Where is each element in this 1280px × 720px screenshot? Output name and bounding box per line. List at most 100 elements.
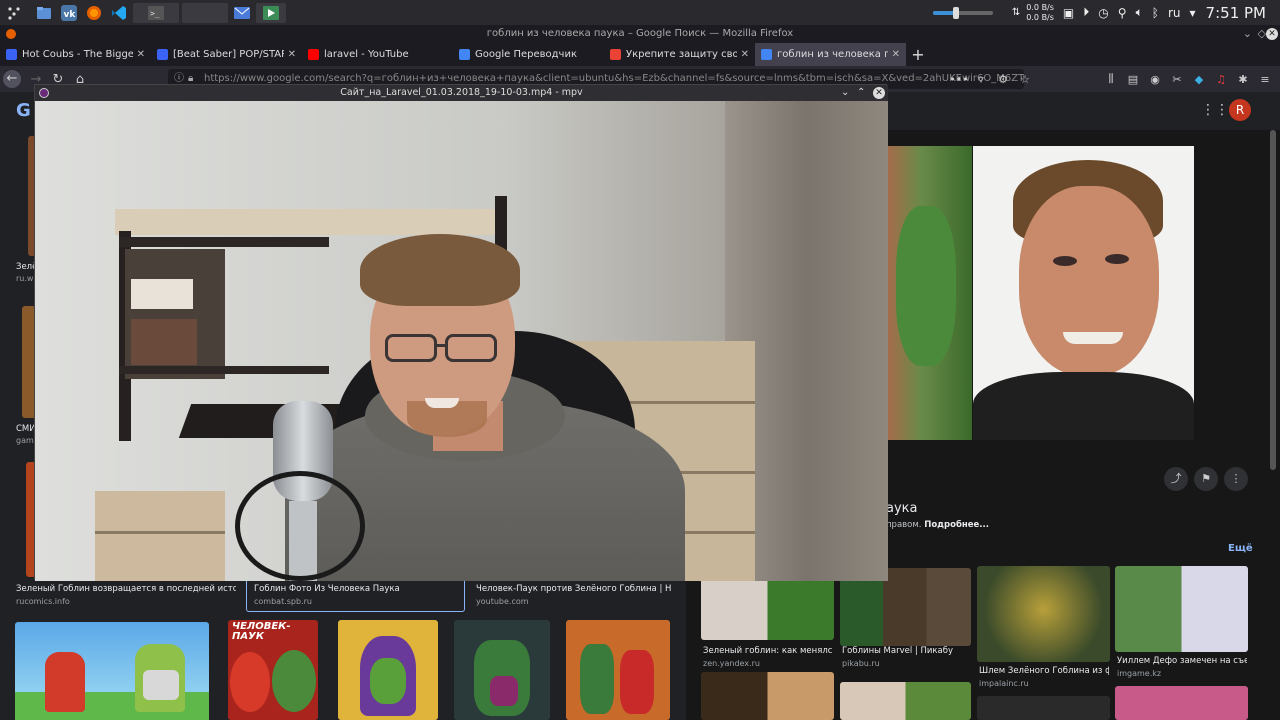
tab-gmail[interactable]: Укрепите защиту своего ✕ — [604, 43, 755, 66]
network-arrows-icon: ⇅ — [1011, 7, 1021, 18]
account-avatar[interactable]: R — [1229, 99, 1251, 121]
firefox-task[interactable] — [182, 2, 228, 23]
image-caption[interactable]: СМИ — [16, 424, 36, 434]
translate-favicon-icon — [459, 49, 470, 60]
tab-strip: Hot Coubs - The Biggest \ ✕ [Beat Saber]… — [0, 43, 1280, 66]
file-manager-icon[interactable] — [33, 3, 55, 23]
related-image-thumbnail[interactable] — [1115, 686, 1248, 720]
video-frame[interactable] — [35, 101, 888, 581]
coub-favicon-icon — [6, 49, 17, 60]
vscode-icon[interactable] — [108, 3, 130, 23]
terminal-task[interactable]: >_ — [133, 2, 179, 23]
vk-icon[interactable]: vk — [58, 3, 80, 23]
image-thumbnail[interactable] — [566, 620, 670, 720]
close-tab-icon[interactable]: ✕ — [288, 49, 296, 60]
image-thumbnail[interactable] — [338, 620, 438, 720]
tab-youtube[interactable]: laravel - YouTube ✕ — [302, 43, 453, 66]
wifi-icon[interactable]: ▾ — [1190, 6, 1196, 20]
minimize-icon[interactable]: ⌄ — [841, 85, 849, 101]
volume-slider[interactable] — [932, 6, 993, 19]
url-actions: ••• ▿ ⚙ ☆ — [948, 66, 1036, 92]
screenshot-icon[interactable]: ✂ — [1166, 73, 1188, 86]
pocket-icon[interactable]: ▿ — [970, 73, 992, 86]
related-image-caption[interactable]: Зеленый гоблин: как менялся ... — [703, 646, 833, 656]
image-caption[interactable]: Человек-Паук против Зелёного Гоблина | Н… — [476, 584, 671, 594]
extension-icon[interactable]: ⚙ — [992, 73, 1014, 86]
share-icon[interactable]: ⤴ — [1164, 467, 1188, 491]
related-image-caption[interactable]: Гоблины Marvel | Пикабу — [842, 646, 970, 656]
keyboard-layout[interactable]: ru — [1168, 6, 1181, 20]
image-source: ru.wi — [16, 274, 36, 283]
close-icon[interactable]: ✕ — [873, 87, 885, 99]
image-caption[interactable]: Зелё — [16, 262, 36, 272]
firefox-window-icon — [6, 29, 16, 39]
clock[interactable]: 7:51 PM — [1206, 4, 1266, 22]
close-tab-icon[interactable]: ✕ — [741, 49, 749, 60]
save-bookmark-icon[interactable]: ⚑ — [1194, 467, 1218, 491]
tab-google-search[interactable]: гоблин из человека паук ✕ — [755, 43, 906, 66]
svg-text:>_: >_ — [150, 9, 160, 18]
location-icon[interactable]: ⚲ — [1118, 6, 1127, 20]
tab-hot-coubs[interactable]: Hot Coubs - The Biggest \ ✕ — [0, 43, 151, 66]
keep-above-icon[interactable]: ◇ — [1258, 25, 1266, 43]
related-image-source: imgame.kz — [1117, 669, 1162, 678]
bluetooth-icon[interactable]: ᛒ — [1152, 6, 1159, 20]
clock-tray-icon[interactable]: ◷ — [1098, 6, 1108, 20]
preview-image-left[interactable] — [886, 146, 972, 440]
mpv-task[interactable] — [256, 2, 286, 23]
mail-icon[interactable] — [231, 3, 253, 23]
close-tab-icon[interactable]: ✕ — [137, 49, 145, 60]
page-scrollbar[interactable] — [1270, 130, 1276, 470]
system-tray: ⇅ 0.0 B/s 0.0 B/s ▣ ⏵ ◷ ⚲ 🔈︎ ᛒ ru ▾ 7:51… — [932, 0, 1280, 25]
related-image-caption[interactable]: Шлем Зелёного Гоблина из фи... — [979, 666, 1109, 676]
preview-title[interactable]: аука — [886, 501, 917, 516]
image-source: combat.spb.ru — [254, 597, 312, 606]
media-play-icon[interactable]: ⏵ — [1083, 5, 1089, 20]
new-tab-button[interactable]: + — [906, 43, 930, 66]
image-thumbnail[interactable] — [15, 622, 209, 720]
top-panel: vk >_ ⇅ 0.0 B/s 0.0 B/s ▣ ⏵ ◷ ⚲ 🔈︎ ᛒ ru … — [0, 0, 1280, 25]
sidebar-icon[interactable]: ▤ — [1122, 73, 1144, 86]
network-speed: 0.0 B/s 0.0 B/s — [1026, 2, 1054, 22]
menu-hamburger-icon[interactable]: ≡ — [1254, 73, 1276, 86]
bookmark-star-icon[interactable]: ☆ — [1014, 73, 1036, 86]
tab-beat-saber[interactable]: [Beat Saber] POP/STARS - ✕ — [151, 43, 302, 66]
image-caption[interactable]: Зеленый Гоблин возвращается в последней … — [16, 584, 236, 594]
image-thumbnail[interactable] — [454, 620, 550, 720]
related-image-thumbnail[interactable] — [977, 696, 1110, 720]
comic-cover-title: ЧЕЛОВЕК-ПАУК — [232, 621, 291, 642]
speaker-icon[interactable]: 🔈︎ — [1136, 5, 1143, 20]
related-image-source: pikabu.ru — [842, 659, 880, 668]
shield-extension-icon[interactable]: ◆ — [1188, 73, 1210, 86]
maximize-icon[interactable]: ⌃ — [857, 85, 865, 101]
image-caption[interactable]: Гоблин Фото Из Человека Паука — [254, 584, 459, 594]
clipboard-icon[interactable]: ▣ — [1063, 6, 1074, 20]
url-text: https://www.google.com/search?q=гоблин+и… — [204, 73, 1024, 84]
app-menu-icon[interactable] — [3, 3, 25, 23]
window-titlebar: гоблин из человека паука – Google Поиск … — [0, 25, 1280, 43]
back-arrow-icon[interactable]: ← — [3, 70, 21, 88]
google-logo-partial[interactable]: G — [16, 100, 31, 121]
tab-google-translate[interactable]: Google Переводчик ✕ — [453, 43, 604, 66]
more-options-icon[interactable]: ⋮ — [1224, 467, 1248, 491]
firefox-icon[interactable] — [83, 3, 105, 23]
close-tab-icon[interactable]: ✕ — [892, 49, 900, 60]
preview-image-main[interactable] — [973, 146, 1194, 440]
image-source: rucomics.info — [16, 597, 70, 606]
minimize-window-icon[interactable]: ⌄ — [1243, 25, 1252, 43]
puzzle-extension-icon[interactable]: ✱ — [1232, 73, 1254, 86]
image-thumbnail[interactable]: ЧЕЛОВЕК-ПАУК — [228, 620, 318, 720]
close-window-icon[interactable]: ✕ — [1266, 28, 1278, 40]
mpv-window: Сайт_на_Laravel_01.03.2018_19-10-03.mp4 … — [34, 84, 888, 581]
related-image-thumbnail[interactable] — [1115, 566, 1248, 652]
music-extension-icon[interactable]: ♫ — [1210, 73, 1232, 86]
related-image-thumbnail[interactable] — [977, 566, 1110, 662]
more-related-link[interactable]: Ещё — [1228, 543, 1253, 554]
related-image-thumbnail[interactable] — [840, 682, 971, 720]
related-image-caption[interactable]: Уиллем Дефо замечен на съем... — [1117, 656, 1247, 666]
page-actions-icon[interactable]: ••• — [948, 73, 970, 86]
library-icon[interactable]: ⫼ — [1100, 72, 1122, 86]
account-icon[interactable]: ◉ — [1144, 73, 1166, 86]
mpv-titlebar[interactable]: Сайт_на_Laravel_01.03.2018_19-10-03.mp4 … — [35, 85, 888, 101]
related-image-thumbnail[interactable] — [701, 672, 834, 720]
